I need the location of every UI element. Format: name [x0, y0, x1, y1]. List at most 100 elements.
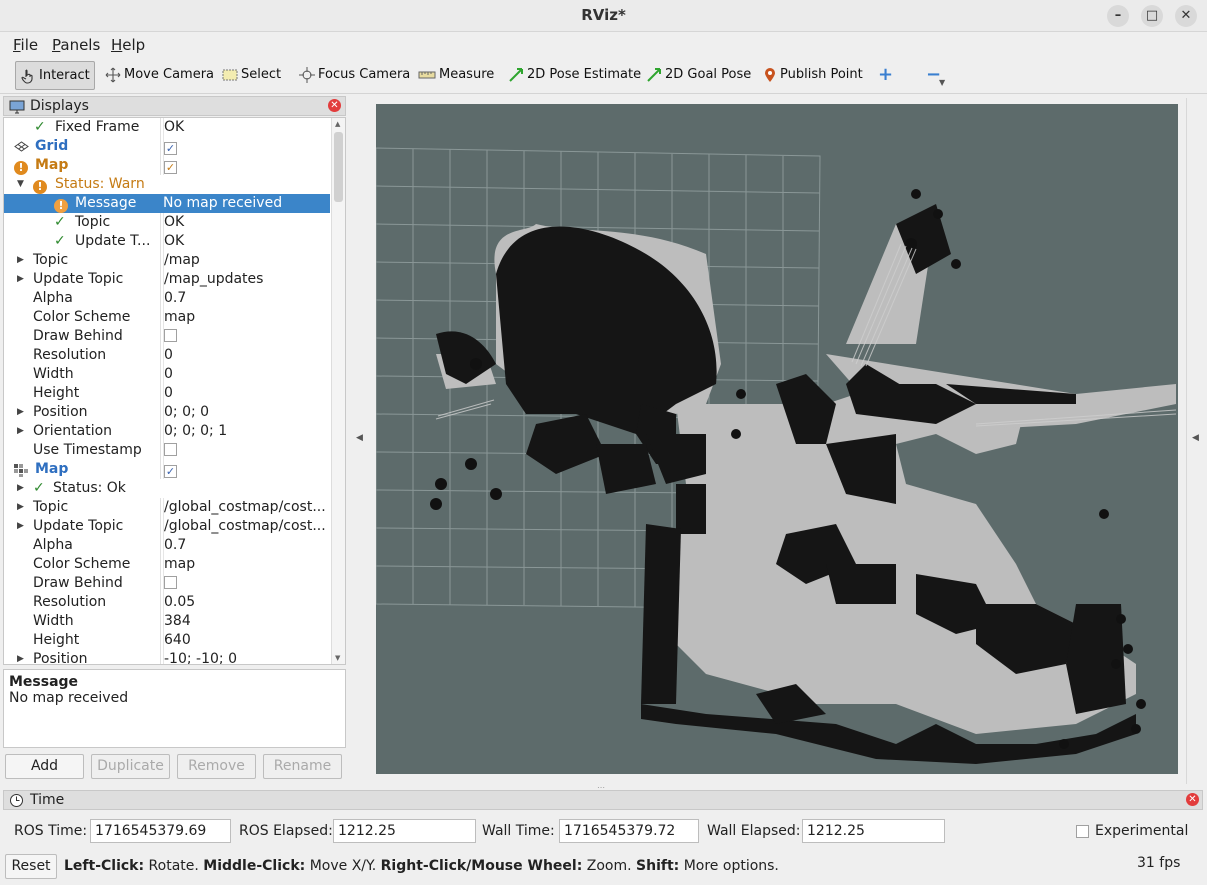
tree-row-status-topic[interactable]: ✓ Topic OK: [4, 213, 330, 232]
tree-row-topic[interactable]: ▶ Topic /map: [4, 251, 330, 270]
expand-arrow-right-icon[interactable]: ▶: [17, 479, 24, 498]
expand-arrow-right-icon[interactable]: ▶: [17, 251, 24, 270]
toolbar-dropdown-icon[interactable]: ▼: [939, 69, 945, 98]
tree-row-height[interactable]: Height 0: [4, 384, 330, 403]
tree-row-draw-behind[interactable]: Draw Behind: [4, 327, 330, 346]
time-close-icon[interactable]: ✕: [1186, 793, 1199, 806]
reset-button[interactable]: Reset: [5, 854, 57, 879]
tree-row-width[interactable]: Width 0: [4, 365, 330, 384]
pose-estimate-tool-button[interactable]: 2D Pose Estimate: [508, 61, 641, 90]
use-timestamp-checkbox[interactable]: [164, 443, 177, 456]
tree-row-use-timestamp[interactable]: Use Timestamp: [4, 441, 330, 460]
display-tree: ✓ Fixed Frame OK Grid ✓ ! Map ✓ ▼ ! Stat…: [3, 117, 346, 665]
focus-camera-tool-button[interactable]: Focus Camera: [299, 61, 410, 90]
move-arrows-icon: [105, 67, 121, 82]
scroll-thumb[interactable]: [334, 132, 343, 202]
green-arrow-icon: [509, 67, 523, 82]
render-view-3d[interactable]: [376, 104, 1178, 774]
draw-behind-checkbox[interactable]: [164, 329, 177, 342]
select-rectangle-icon: [222, 69, 238, 80]
tree-row-color-scheme-2[interactable]: Color Scheme map: [4, 555, 330, 574]
map-1-enabled-checkbox[interactable]: ✓: [164, 161, 177, 174]
warning-icon: !: [33, 180, 47, 194]
scroll-up-icon[interactable]: ▲: [335, 120, 340, 128]
goal-pose-tool-button[interactable]: 2D Goal Pose: [646, 61, 751, 90]
select-tool-button[interactable]: Select: [222, 61, 281, 90]
menu-file[interactable]: File: [13, 36, 38, 54]
tree-row-draw-behind-2[interactable]: Draw Behind: [4, 574, 330, 593]
scroll-down-icon[interactable]: ▼: [335, 654, 340, 662]
clock-icon: [10, 794, 23, 807]
tree-row-alpha-2[interactable]: Alpha 0.7: [4, 536, 330, 555]
tree-row-position[interactable]: ▶ Position 0; 0; 0: [4, 403, 330, 422]
tree-row-resolution-2[interactable]: Resolution 0.05: [4, 593, 330, 612]
ros-time-field[interactable]: 1716545379.69: [90, 819, 231, 843]
expand-arrow-right-icon[interactable]: ▶: [17, 498, 24, 517]
ok-check-icon: ✓: [33, 480, 45, 496]
tree-row-position-2[interactable]: ▶ Position -10; -10; 0: [4, 650, 330, 664]
description-text: No map received: [9, 690, 129, 706]
warning-icon: !: [14, 161, 28, 175]
tree-row-color-scheme[interactable]: Color Scheme map: [4, 308, 330, 327]
tree-row-update-topic[interactable]: ▶ Update Topic /map_updates: [4, 270, 330, 289]
tree-row-topic-2[interactable]: ▶ Topic /global_costmap/cost...: [4, 498, 330, 517]
displays-header: Displays ✕: [3, 96, 346, 116]
tree-row-map-2[interactable]: Map ✓: [4, 460, 330, 479]
ok-check-icon: ✓: [34, 119, 46, 135]
expand-arrow-right-icon[interactable]: ▶: [17, 650, 24, 664]
expand-arrow-down-icon[interactable]: ▼: [17, 175, 24, 194]
duplicate-button[interactable]: Duplicate: [91, 754, 170, 779]
tree-row-status-ok[interactable]: ▶ ✓ Status: Ok: [4, 479, 330, 498]
expand-arrow-right-icon[interactable]: ▶: [17, 270, 24, 289]
map-grid-icon: [14, 464, 28, 477]
tree-row-fixed-frame[interactable]: ✓ Fixed Frame OK: [4, 118, 330, 137]
move-camera-tool-button[interactable]: Move Camera: [105, 61, 214, 90]
ros-elapsed-field[interactable]: 1212.25: [333, 819, 476, 843]
tree-row-resolution[interactable]: Resolution 0: [4, 346, 330, 365]
remove-button[interactable]: Remove: [177, 754, 256, 779]
maximize-button[interactable]: □: [1141, 5, 1163, 27]
tree-row-height-2[interactable]: Height 640: [4, 631, 330, 650]
draw-behind-2-checkbox[interactable]: [164, 576, 177, 589]
map-2-enabled-checkbox[interactable]: ✓: [164, 465, 177, 478]
tree-row-map-1[interactable]: ! Map ✓: [4, 156, 330, 175]
ros-elapsed-label: ROS Elapsed:: [239, 823, 333, 839]
close-window-button[interactable]: ✕: [1175, 5, 1197, 27]
expand-arrow-right-icon[interactable]: ▶: [17, 517, 24, 536]
tree-row-grid[interactable]: Grid ✓: [4, 137, 330, 156]
tree-row-update-topic-2[interactable]: ▶ Update Topic /global_costmap/cost...: [4, 517, 330, 536]
add-button[interactable]: Add: [5, 754, 84, 779]
measure-tool-button[interactable]: Measure: [418, 61, 494, 90]
wall-elapsed-field[interactable]: 1212.25: [802, 819, 945, 843]
grid-enabled-checkbox[interactable]: ✓: [164, 142, 177, 155]
title-bar: RViz* – □ ✕: [0, 0, 1207, 32]
ok-check-icon: ✓: [54, 233, 66, 249]
tool-bar: Interact Move Camera Select Focus Camera…: [0, 57, 1207, 94]
wall-time-field[interactable]: 1716545379.72: [559, 819, 699, 843]
tree-row-width-2[interactable]: Width 384: [4, 612, 330, 631]
focus-crosshair-icon: [299, 66, 315, 83]
interact-tool-button[interactable]: Interact: [15, 61, 95, 90]
wall-elapsed-label: Wall Elapsed:: [707, 823, 801, 839]
minimize-button[interactable]: –: [1107, 5, 1129, 27]
hand-pointer-icon: [21, 68, 33, 84]
tree-row-status-update-topic[interactable]: ✓ Update T... OK: [4, 232, 330, 251]
tree-row-message[interactable]: ! Message No map received: [4, 194, 330, 213]
add-tool-plus-icon[interactable]: +: [878, 61, 893, 90]
fps-counter: 31 fps: [1137, 855, 1181, 871]
expand-arrow-right-icon[interactable]: ▶: [17, 403, 24, 422]
tree-row-alpha[interactable]: Alpha 0.7: [4, 289, 330, 308]
menu-help[interactable]: Help: [111, 36, 145, 54]
menu-panels[interactable]: Panels: [52, 36, 100, 54]
publish-point-tool-button[interactable]: Publish Point: [763, 61, 863, 90]
displays-close-icon[interactable]: ✕: [328, 99, 341, 112]
tree-row-orientation[interactable]: ▶ Orientation 0; 0; 0; 1: [4, 422, 330, 441]
rename-button[interactable]: Rename: [263, 754, 342, 779]
status-bar: Reset Left-Click: Rotate. Middle-Click: …: [0, 853, 1207, 883]
displays-title: Displays: [30, 98, 89, 114]
tree-scrollbar[interactable]: ▲ ▼: [331, 118, 345, 664]
collapse-left-arrow-icon[interactable]: ◀: [356, 433, 363, 443]
experimental-checkbox[interactable]: [1076, 825, 1089, 838]
expand-arrow-right-icon[interactable]: ▶: [17, 422, 24, 441]
tree-row-status-warn[interactable]: ▼ ! Status: Warn: [4, 175, 330, 194]
